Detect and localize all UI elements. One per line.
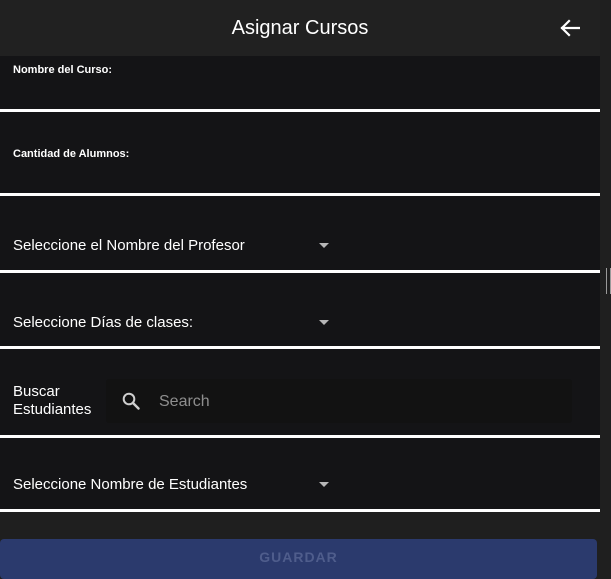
save-button[interactable]: GUARDAR — [0, 539, 597, 579]
days-select-label: Seleccione Días de clases: — [13, 314, 194, 331]
course-name-label: Nombre del Curso: — [13, 64, 113, 76]
student-search-row: Buscar Estudiantes Search — [0, 349, 600, 438]
student-count-field[interactable]: Cantidad de Alumnos: — [0, 112, 600, 196]
professor-select[interactable]: Seleccione el Nombre del Profesor — [0, 196, 340, 270]
students-select-label: Seleccione Nombre de Estudiantes — [13, 476, 248, 493]
professor-select-row: Seleccione el Nombre del Profesor — [0, 196, 600, 273]
chevron-down-icon — [319, 320, 329, 325]
students-select-row: Seleccione Nombre de Estudiantes — [0, 438, 600, 512]
chevron-down-icon — [319, 243, 329, 248]
course-name-field[interactable]: Nombre del Curso: — [0, 56, 600, 112]
professor-select-label: Seleccione el Nombre del Profesor — [13, 237, 245, 254]
days-select-row: Seleccione Días de clases: — [0, 273, 600, 349]
page-title: Asignar Cursos — [231, 16, 369, 39]
chevron-down-icon — [319, 482, 329, 487]
students-select[interactable]: Seleccione Nombre de Estudiantes — [0, 438, 340, 509]
arrow-left-icon — [560, 19, 580, 37]
search-students-label: Buscar Estudiantes — [13, 383, 92, 418]
search-placeholder: Search — [159, 393, 210, 410]
app-bar: Asignar Cursos — [0, 0, 600, 56]
search-icon — [122, 392, 140, 410]
student-count-label: Cantidad de Alumnos: — [13, 148, 130, 160]
search-input[interactable]: Search — [106, 379, 572, 423]
days-select[interactable]: Seleccione Días de clases: — [0, 273, 340, 346]
back-button[interactable] — [558, 16, 582, 40]
scrollbar[interactable] — [606, 268, 611, 294]
